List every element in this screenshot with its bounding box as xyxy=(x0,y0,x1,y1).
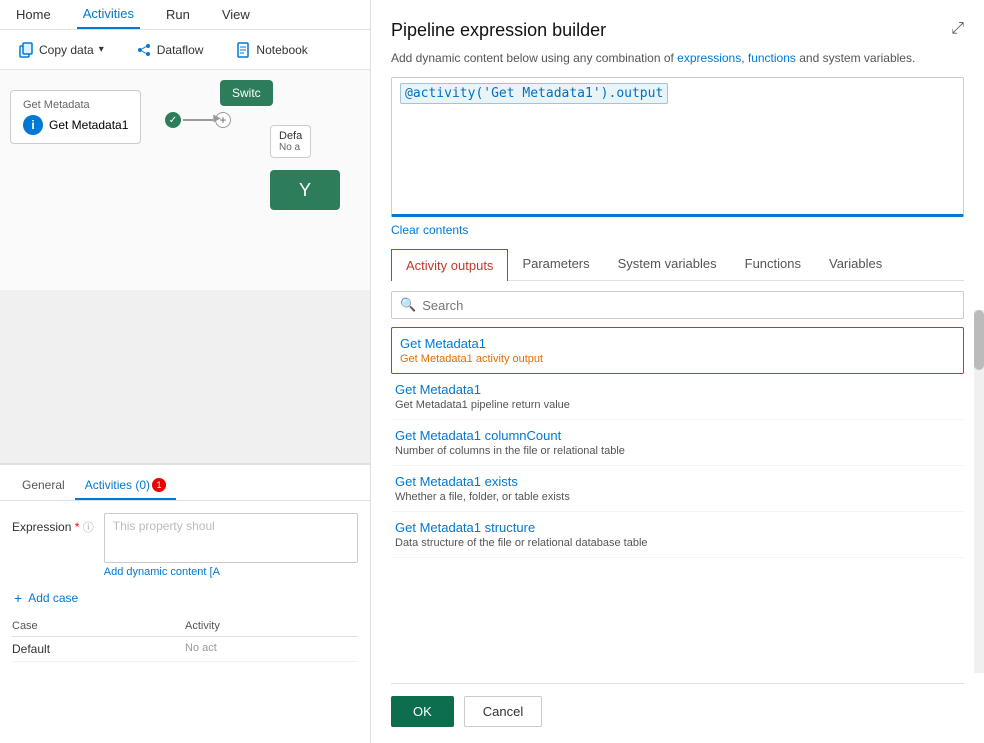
table-row: Default No act xyxy=(12,637,358,662)
peb-panel: Pipeline expression builder ⤢ Add dynami… xyxy=(370,0,984,743)
expression-label: Expression * ⓘ xyxy=(12,513,94,535)
teal-label: Y xyxy=(299,180,311,201)
copy-data-button[interactable]: Copy data ▾ xyxy=(10,38,112,62)
activity-subtitle-2: Number of columns in the file or relatio… xyxy=(395,445,960,457)
search-box: 🔍 xyxy=(391,291,964,319)
activity-title-3: Get Metadata1 exists xyxy=(395,474,960,489)
peb-scroll-thumb[interactable] xyxy=(974,310,984,370)
bottom-content: Expression * ⓘ This property shoul Add d… xyxy=(0,501,370,674)
notebook-icon xyxy=(235,42,251,58)
nav-view[interactable]: View xyxy=(216,0,256,29)
peb-title: Pipeline expression builder xyxy=(391,20,606,41)
peb-subtitle: Add dynamic content below using any comb… xyxy=(391,49,964,67)
copy-data-chevron: ▾ xyxy=(99,44,104,55)
add-icon: + xyxy=(14,590,22,606)
tab-activity-outputs[interactable]: Activity outputs xyxy=(391,249,508,281)
default-box[interactable]: Defa No a xyxy=(270,125,311,158)
default-sub: No a xyxy=(279,142,302,153)
cancel-button[interactable]: Cancel xyxy=(464,696,542,727)
peb-footer: OK Cancel xyxy=(391,683,964,743)
dataflow-button[interactable]: Dataflow xyxy=(128,38,212,62)
activity-item-2[interactable]: Get Metadata1 columnCount Number of colu… xyxy=(391,420,964,466)
add-dynamic-link[interactable]: Add dynamic content [A xyxy=(104,566,358,578)
ok-button[interactable]: OK xyxy=(391,696,454,727)
tab-variables[interactable]: Variables xyxy=(815,249,896,280)
activity-title-4: Get Metadata1 structure xyxy=(395,520,960,535)
activity-subtitle-3: Whether a file, folder, or table exists xyxy=(395,491,960,503)
tab-system-variables[interactable]: System variables xyxy=(604,249,731,280)
col-case: Case xyxy=(12,620,185,632)
bottom-panel: General Activities (0)1 Expression * ⓘ T… xyxy=(0,463,370,743)
activity-item-1[interactable]: Get Metadata1 Get Metadata1 pipeline ret… xyxy=(391,374,964,420)
fn-link[interactable]: functions xyxy=(748,51,796,65)
add-case-row: + Add case xyxy=(12,590,358,606)
activities-badge: 1 xyxy=(152,478,166,492)
connector: ✓ + xyxy=(165,112,231,128)
tab-general[interactable]: General xyxy=(12,472,75,500)
dataflow-icon xyxy=(136,42,152,58)
activity-item-0[interactable]: Get Metadata1 Get Metadata1 activity out… xyxy=(391,327,964,374)
node-icon: i xyxy=(23,115,43,135)
activity-title-0: Get Metadata1 xyxy=(400,336,955,351)
pipeline-canvas-area: Get Metadata i Get Metadata1 ✓ + Switc D… xyxy=(0,70,370,743)
pipeline-canvas[interactable]: Get Metadata i Get Metadata1 ✓ + Switc D… xyxy=(0,70,370,290)
activity-cell: No act xyxy=(185,642,358,656)
copy-data-icon xyxy=(18,42,34,58)
peb-tabs: Activity outputs Parameters System varia… xyxy=(391,249,964,281)
activity-subtitle-0: Get Metadata1 activity output xyxy=(400,353,955,365)
case-cell: Default xyxy=(12,642,185,656)
peb-header: Pipeline expression builder ⤢ xyxy=(391,20,964,41)
nav-home[interactable]: Home xyxy=(10,0,57,29)
table-header: Case Activity xyxy=(12,616,358,637)
activity-subtitle-4: Data structure of the file or relational… xyxy=(395,537,960,549)
clear-contents-link[interactable]: Clear contents xyxy=(391,223,964,237)
get-metadata-node[interactable]: Get Metadata i Get Metadata1 xyxy=(10,90,141,144)
col-activity: Activity xyxy=(185,620,358,632)
expand-icon[interactable]: ⤢ xyxy=(951,20,964,38)
tab-activities[interactable]: Activities (0)1 xyxy=(75,472,176,500)
expression-input[interactable]: This property shoul xyxy=(104,513,358,563)
required-marker: * xyxy=(75,520,80,534)
activity-subtitle-1: Get Metadata1 pipeline return value xyxy=(395,399,960,411)
expression-editor[interactable]: @activity('Get Metadata1').output xyxy=(391,77,964,217)
nav-run[interactable]: Run xyxy=(160,0,196,29)
switch-node[interactable]: Switc xyxy=(220,80,273,106)
node-category: Get Metadata xyxy=(23,99,128,111)
bottom-tabs: General Activities (0)1 xyxy=(0,465,370,501)
expr-link[interactable]: expressions xyxy=(677,51,741,65)
peb-scrollbar[interactable] xyxy=(974,310,984,673)
teal-box[interactable]: Y xyxy=(270,170,340,210)
tab-parameters[interactable]: Parameters xyxy=(508,249,603,280)
info-icon: ⓘ xyxy=(83,522,94,534)
expression-value: @activity('Get Metadata1').output xyxy=(400,83,668,104)
activity-title-1: Get Metadata1 xyxy=(395,382,960,397)
nav-activities[interactable]: Activities xyxy=(77,0,140,29)
add-case-button[interactable]: Add case xyxy=(28,591,78,605)
tab-functions[interactable]: Functions xyxy=(731,249,815,280)
search-input[interactable] xyxy=(422,298,955,313)
node-name: Get Metadata1 xyxy=(49,118,128,132)
switch-label: Switc xyxy=(232,86,261,100)
check-badge: ✓ xyxy=(165,112,181,128)
default-label: Defa xyxy=(279,130,302,142)
activity-list: Get Metadata1 Get Metadata1 activity out… xyxy=(391,327,964,677)
arrow-line xyxy=(183,119,213,121)
search-icon: 🔍 xyxy=(400,297,416,313)
activity-item-4[interactable]: Get Metadata1 structure Data structure o… xyxy=(391,512,964,558)
notebook-button[interactable]: Notebook xyxy=(227,38,315,62)
expression-row: Expression * ⓘ This property shoul Add d… xyxy=(12,513,358,578)
activity-item-3[interactable]: Get Metadata1 exists Whether a file, fol… xyxy=(391,466,964,512)
activity-title-2: Get Metadata1 columnCount xyxy=(395,428,960,443)
